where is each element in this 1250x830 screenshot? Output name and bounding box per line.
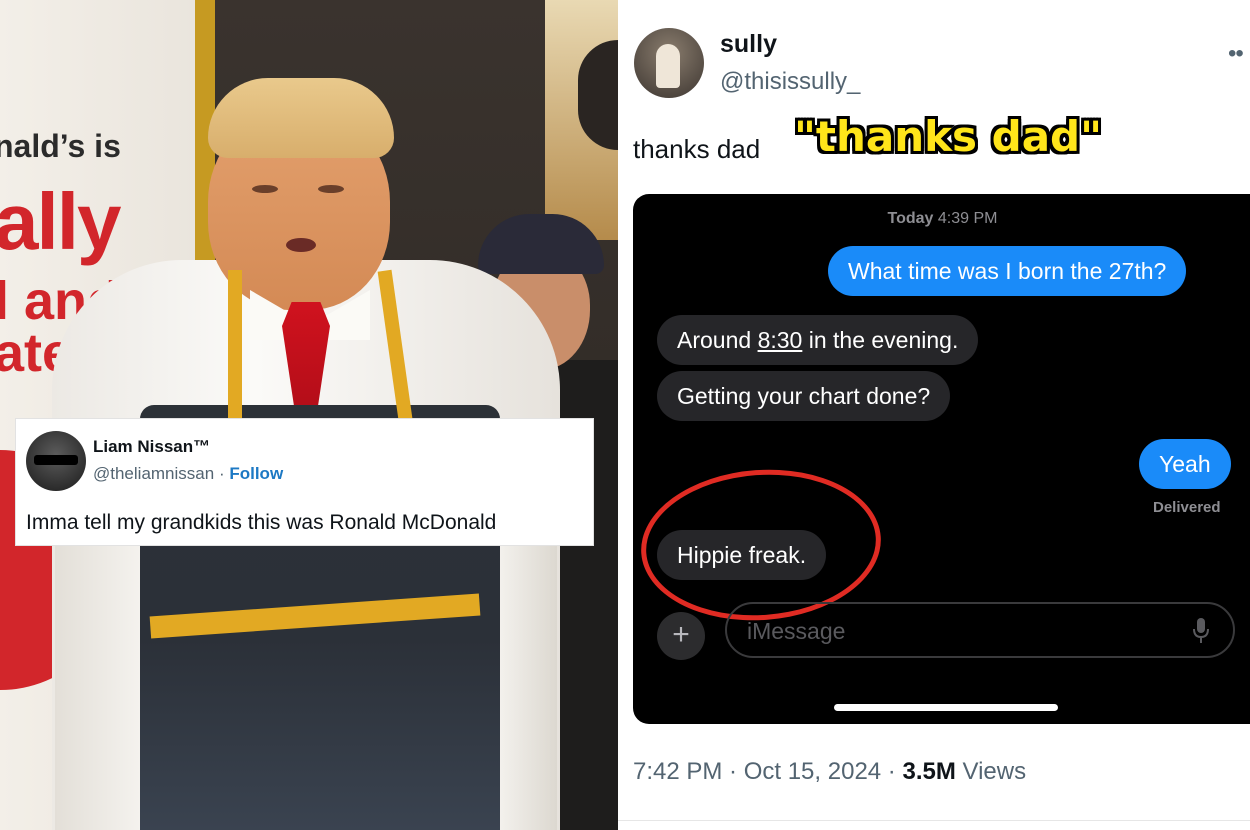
author-name[interactable]: sully <box>720 30 777 59</box>
overlay-caption: "thanks dad" <box>794 112 1103 161</box>
message-text: in the evening. <box>802 327 959 353</box>
delivered-status: Delivered <box>1153 499 1221 516</box>
man-mouth <box>286 238 316 252</box>
wall-sign-line-1: nald’s is <box>0 128 121 164</box>
embedded-tweet-avatar[interactable] <box>26 431 86 491</box>
tweet-panel: sully @thisissully_ •• thanks dad "thank… <box>618 0 1250 830</box>
imessage-input-placeholder: iMessage <box>747 618 846 644</box>
more-icon[interactable]: •• <box>1228 40 1244 68</box>
timestamp-day: Today <box>887 210 934 227</box>
sunglasses-icon <box>34 455 78 465</box>
author-handle[interactable]: @thisissully_ <box>720 68 860 96</box>
microphone-icon[interactable] <box>1193 618 1209 644</box>
message-bubble-received: Around 8:30 in the evening. <box>657 315 979 365</box>
follow-button[interactable]: Follow <box>229 464 283 483</box>
message-bubble-received: Getting your chart done? <box>657 371 951 421</box>
author-avatar[interactable] <box>634 28 704 98</box>
message-text: Around <box>677 327 758 353</box>
timestamp-time: 4:39 PM <box>937 210 998 227</box>
plus-icon[interactable]: + <box>657 612 705 660</box>
views-count: 3.5M <box>902 758 956 785</box>
wall-sign-line-2: ally <box>0 177 121 266</box>
views-label: Views <box>962 758 1027 785</box>
embedded-tweet-author-name[interactable]: Liam Nissan™ <box>93 437 210 457</box>
embedded-tweet-text: Imma tell my grandkids this was Ronald M… <box>26 511 497 534</box>
message-bubble-sent: What time was I born the 27th? <box>828 246 1187 296</box>
embedded-tweet-author-handle[interactable]: @theliamnissan <box>93 464 214 483</box>
man-right-eye <box>318 185 344 193</box>
man-left-eye <box>252 185 278 193</box>
imessage-input[interactable]: iMessage <box>725 602 1235 658</box>
tweet-timestamp[interactable]: 7:42 PM · Oct 15, 2024 · <box>633 758 902 785</box>
message-timestamp: Today 4:39 PM <box>633 210 1250 228</box>
home-indicator <box>834 704 1058 711</box>
embedded-tweet-handle-row: @theliamnissan · Follow <box>93 464 283 484</box>
imessage-screenshot[interactable]: Today 4:39 PM What time was I born the 2… <box>633 194 1250 724</box>
avatar-person-icon <box>656 44 680 88</box>
embedded-tweet-separator: · <box>218 464 225 483</box>
man-hair <box>208 78 394 158</box>
time-link[interactable]: 8:30 <box>758 327 803 353</box>
apron-strap-left <box>228 270 242 420</box>
divider <box>618 820 1250 821</box>
tweet-text: thanks dad <box>633 134 761 164</box>
embedded-tweet-card[interactable]: Liam Nissan™ @theliamnissan · Follow Imm… <box>15 418 594 546</box>
tweet-meta: 7:42 PM · Oct 15, 2024 · 3.5M Views <box>633 758 1026 786</box>
photo-panel: nald’s is ally l and ated Liam Nissan™ @… <box>0 0 618 830</box>
message-bubble-sent: Yeah <box>1139 439 1231 489</box>
